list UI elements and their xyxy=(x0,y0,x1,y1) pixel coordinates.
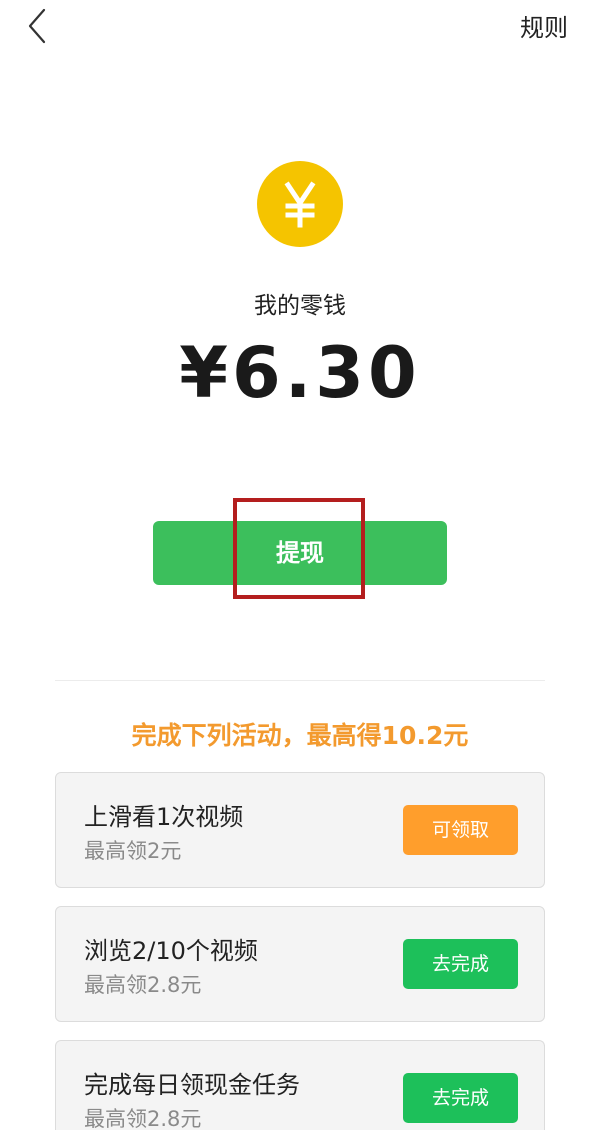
promo-heading: 完成下列活动，最高得10.2元 xyxy=(131,721,469,750)
wallet-label: 我的零钱 xyxy=(254,293,346,319)
task-title: 完成每日领现金任务 xyxy=(84,1071,300,1099)
withdraw-button[interactable]: 提现 xyxy=(153,521,447,585)
task-reward: 最高领2.8元 xyxy=(84,973,202,997)
task-card: 完成每日领现金任务 最高领2.8元 去完成 xyxy=(55,1040,545,1130)
chevron-left-icon[interactable] xyxy=(22,6,58,46)
top-bar: 规则 xyxy=(0,0,600,52)
task-title: 浏览2/10个视频 xyxy=(84,937,258,965)
rules-link[interactable]: 规则 xyxy=(520,8,568,43)
claim-button[interactable]: 可领取 xyxy=(403,805,518,855)
task-card: 浏览2/10个视频 最高领2.8元 去完成 xyxy=(55,906,545,1022)
task-card: 上滑看1次视频 最高领2元 可领取 xyxy=(55,772,545,888)
go-complete-button[interactable]: 去完成 xyxy=(403,939,518,989)
task-reward: 最高领2元 xyxy=(84,839,182,863)
divider xyxy=(55,680,545,681)
go-complete-button[interactable]: 去完成 xyxy=(403,1073,518,1123)
yen-coin-icon xyxy=(257,161,343,247)
task-title: 上滑看1次视频 xyxy=(84,803,244,831)
balance-amount: ¥6.30 xyxy=(179,332,421,414)
task-reward: 最高领2.8元 xyxy=(84,1107,202,1130)
